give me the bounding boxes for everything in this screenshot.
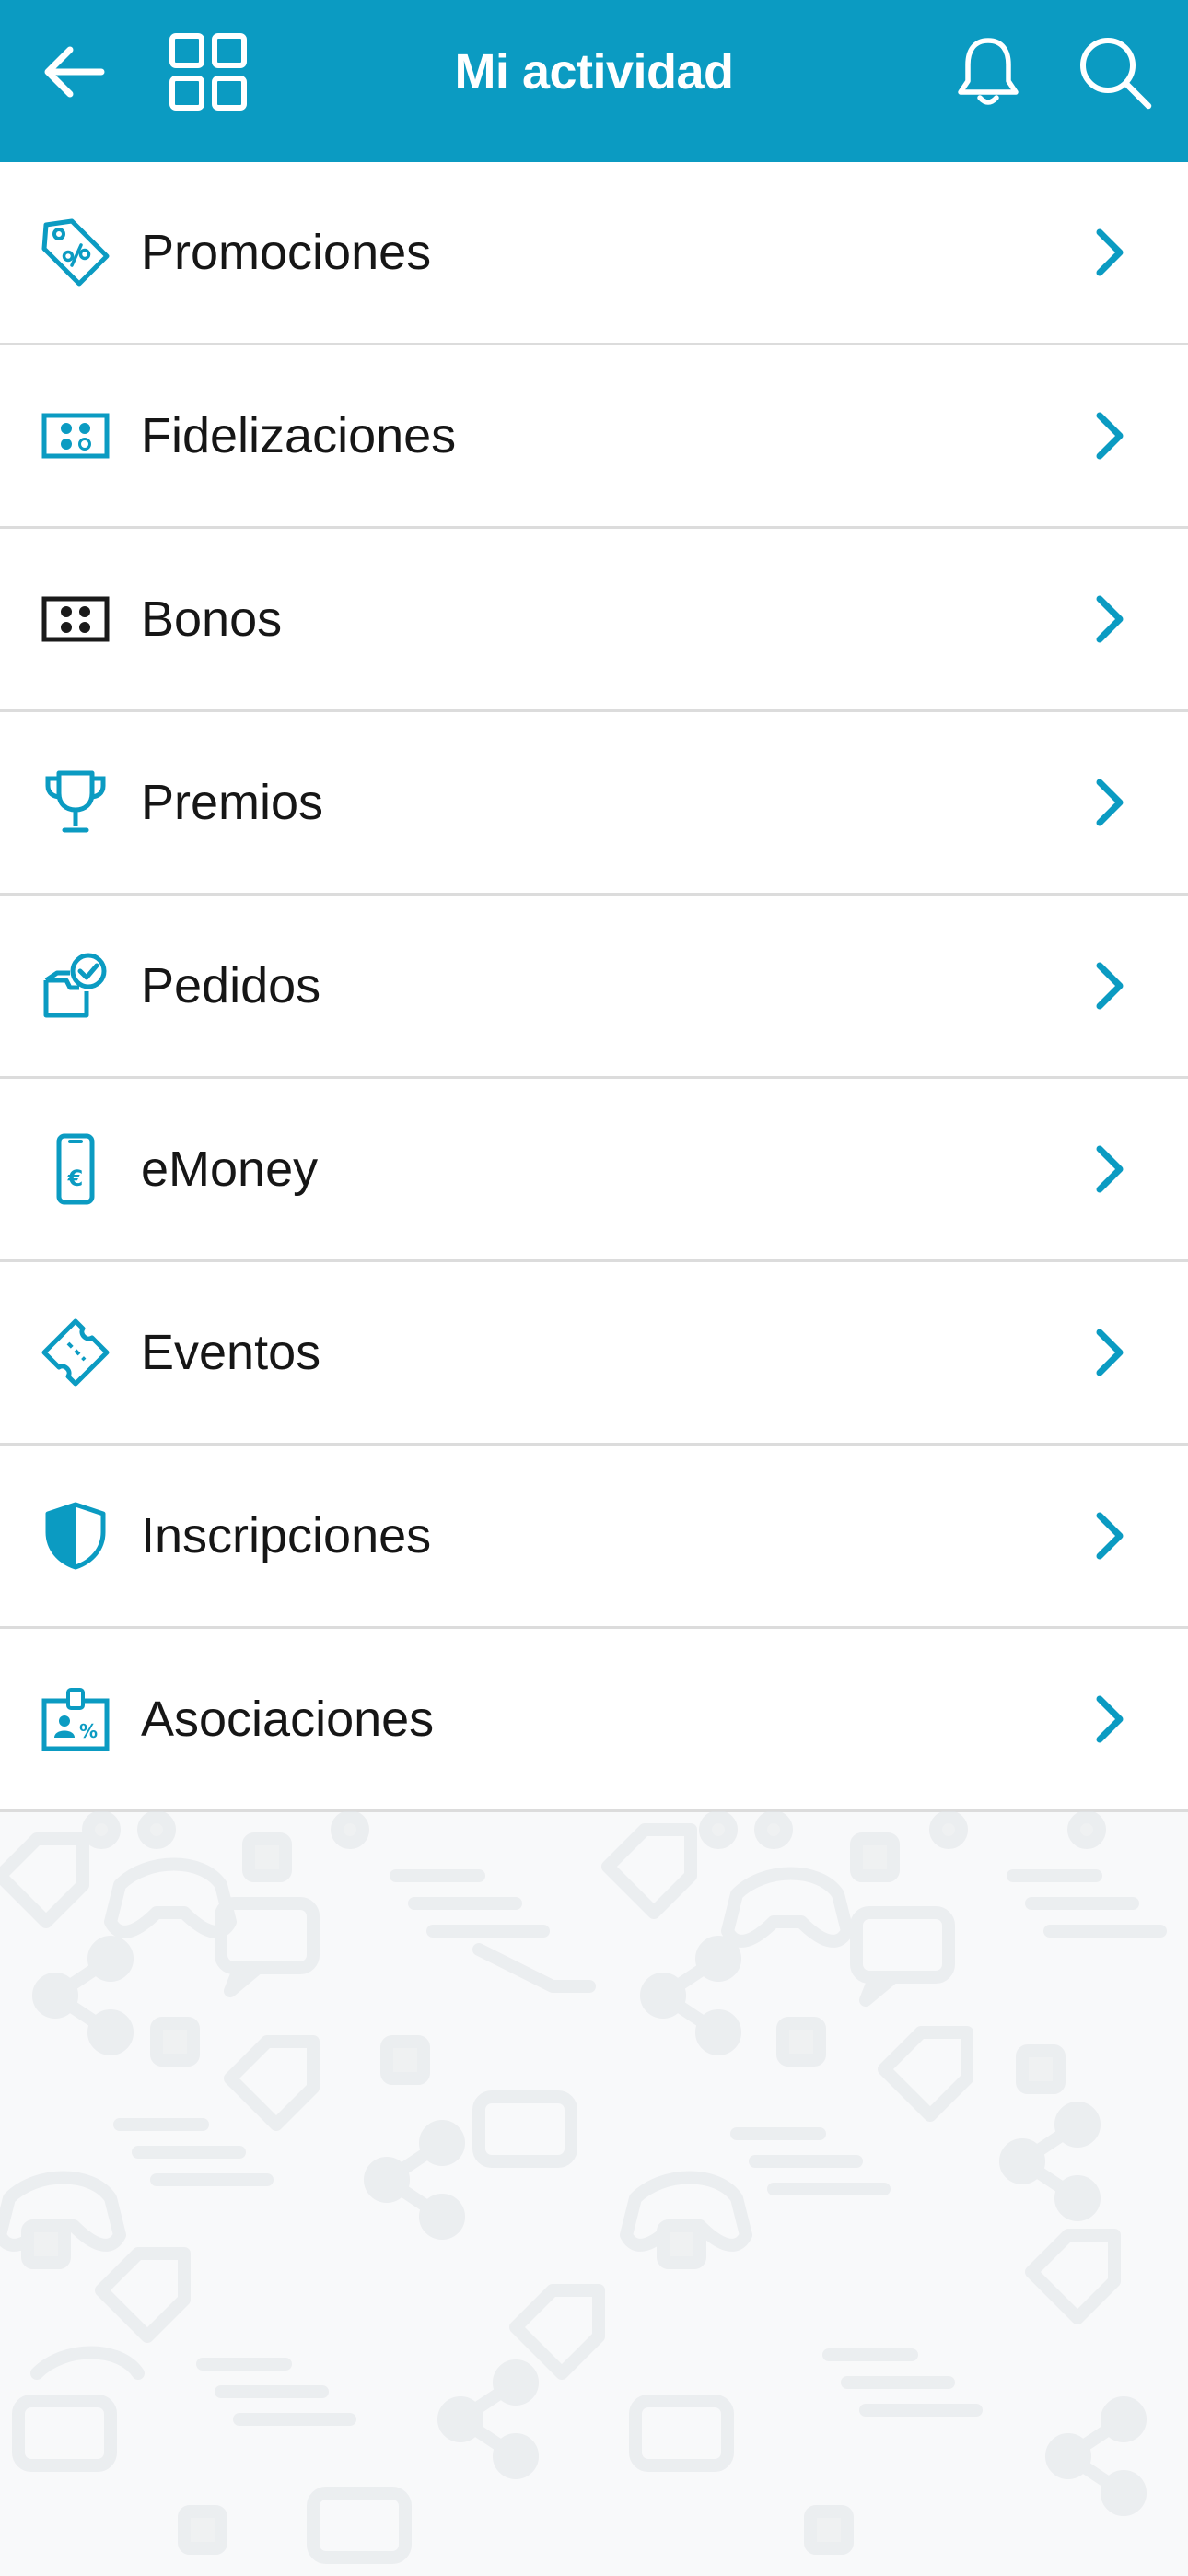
svg-text:€: € <box>67 1165 84 1191</box>
menu-item-label: Asociaciones <box>141 1692 435 1747</box>
menu-item-premios[interactable]: Premios <box>0 712 1188 896</box>
shield-icon <box>39 1499 112 1573</box>
phone-euro-icon: € <box>39 1132 112 1206</box>
voucher-icon <box>39 582 112 656</box>
price-tag-icon <box>39 216 112 289</box>
chevron-right-icon <box>1096 228 1124 276</box>
menu-item-emoney[interactable]: € eMoney <box>0 1079 1188 1262</box>
menu-item-fidelizaciones[interactable]: Fidelizaciones <box>0 345 1188 529</box>
menu-item-inscripciones[interactable]: Inscripciones <box>0 1446 1188 1629</box>
menu-item-label: Fidelizaciones <box>141 408 457 463</box>
order-check-icon <box>39 949 112 1023</box>
menu-item-label: Pedidos <box>141 958 321 1013</box>
app-header: Mi actividad <box>0 0 1188 162</box>
menu-item-label: eMoney <box>141 1142 319 1197</box>
notifications-button[interactable] <box>949 0 1028 162</box>
bell-icon <box>958 38 1019 105</box>
chevron-right-icon <box>1096 1145 1124 1193</box>
chevron-right-icon <box>1096 1695 1124 1743</box>
trophy-icon <box>39 766 112 839</box>
chevron-right-icon <box>1096 779 1124 826</box>
menu-item-label: Eventos <box>141 1325 321 1380</box>
background-pattern <box>0 1811 1188 2576</box>
menu-item-promociones[interactable]: Promociones <box>0 162 1188 345</box>
menu-item-label: Premios <box>141 775 324 830</box>
id-badge-icon: % <box>39 1682 112 1756</box>
chevron-right-icon <box>1096 962 1124 1010</box>
menu-item-pedidos[interactable]: Pedidos <box>0 896 1188 1079</box>
loyalty-card-icon <box>39 399 112 473</box>
chevron-right-icon <box>1096 1329 1124 1376</box>
search-button[interactable] <box>1068 0 1160 162</box>
svg-text:%: % <box>79 1720 98 1742</box>
search-icon <box>1080 38 1152 110</box>
menu-item-eventos[interactable]: Eventos <box>0 1262 1188 1446</box>
menu-item-label: Inscripciones <box>141 1508 432 1563</box>
menu-item-bonos[interactable]: Bonos <box>0 529 1188 712</box>
activity-menu-list: Promociones Fidelizaciones Bonos Premios… <box>0 162 1188 1812</box>
menu-item-label: Bonos <box>141 591 283 647</box>
menu-item-label: Promociones <box>141 225 432 280</box>
ticket-icon <box>39 1316 112 1389</box>
chevron-right-icon <box>1096 1512 1124 1560</box>
menu-item-asociaciones[interactable]: % Asociaciones <box>0 1629 1188 1812</box>
chevron-right-icon <box>1096 595 1124 643</box>
chevron-right-icon <box>1096 412 1124 460</box>
